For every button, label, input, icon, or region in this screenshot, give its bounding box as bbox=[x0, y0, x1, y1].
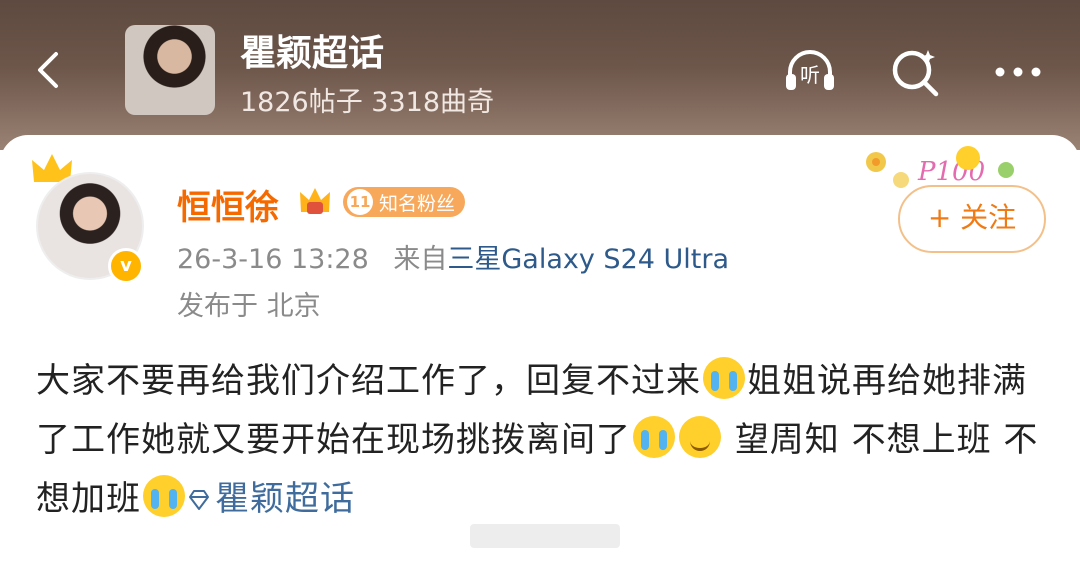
post-time: 26-3-16 13:28 bbox=[177, 244, 369, 275]
topic-title[interactable]: 瞿颖超话 bbox=[240, 24, 384, 76]
follow-button[interactable]: + 关注 bbox=[898, 185, 1046, 253]
topic-stats: 1826帖子 3318曲奇 bbox=[240, 87, 495, 118]
crying-emoji-icon bbox=[633, 416, 675, 458]
fan-level: 11 bbox=[347, 189, 373, 215]
listen-icon[interactable]: 听 bbox=[782, 44, 838, 100]
listen-label: 听 bbox=[800, 63, 820, 87]
fan-badge[interactable]: 11 知名粉丝 bbox=[343, 187, 466, 217]
device-link[interactable]: 三星Galaxy S24 Ultra bbox=[447, 244, 729, 275]
source-prefix: 来自 bbox=[393, 244, 448, 275]
topic-link[interactable]: 瞿颖超话 bbox=[187, 479, 355, 519]
post-content: 大家不要再给我们介绍工作了，回复不过来 姐姐说再给她排满了工作她就又要开始在现场挑… bbox=[36, 352, 1046, 529]
search-icon[interactable] bbox=[888, 44, 944, 100]
topic-avatar[interactable] bbox=[125, 25, 215, 115]
verified-icon: v bbox=[108, 248, 144, 284]
diamond-icon bbox=[189, 490, 209, 510]
blurred-watermark bbox=[470, 524, 620, 548]
vip-crown-icon bbox=[300, 188, 330, 214]
back-icon[interactable] bbox=[30, 50, 70, 90]
crying-emoji-icon bbox=[143, 475, 185, 517]
more-icon[interactable] bbox=[990, 44, 1046, 100]
post-text-1: 大家不要再给我们介绍工作了，回复不过来 bbox=[36, 361, 701, 401]
fan-label: 知名粉丝 bbox=[379, 192, 456, 215]
post-meta: 26-3-16 13:28 来自三星Galaxy S24 Ultra bbox=[177, 237, 729, 276]
crying-emoji-icon bbox=[703, 357, 745, 399]
post-location: 发布于 北京 bbox=[177, 291, 321, 322]
topic-header: 瞿颖超话 1826帖子 3318曲奇 听 bbox=[0, 0, 1080, 150]
username[interactable]: 恒恒徐 bbox=[177, 180, 279, 229]
smile-emoji-icon bbox=[679, 416, 721, 458]
topic-link-label: 瞿颖超话 bbox=[215, 479, 355, 519]
